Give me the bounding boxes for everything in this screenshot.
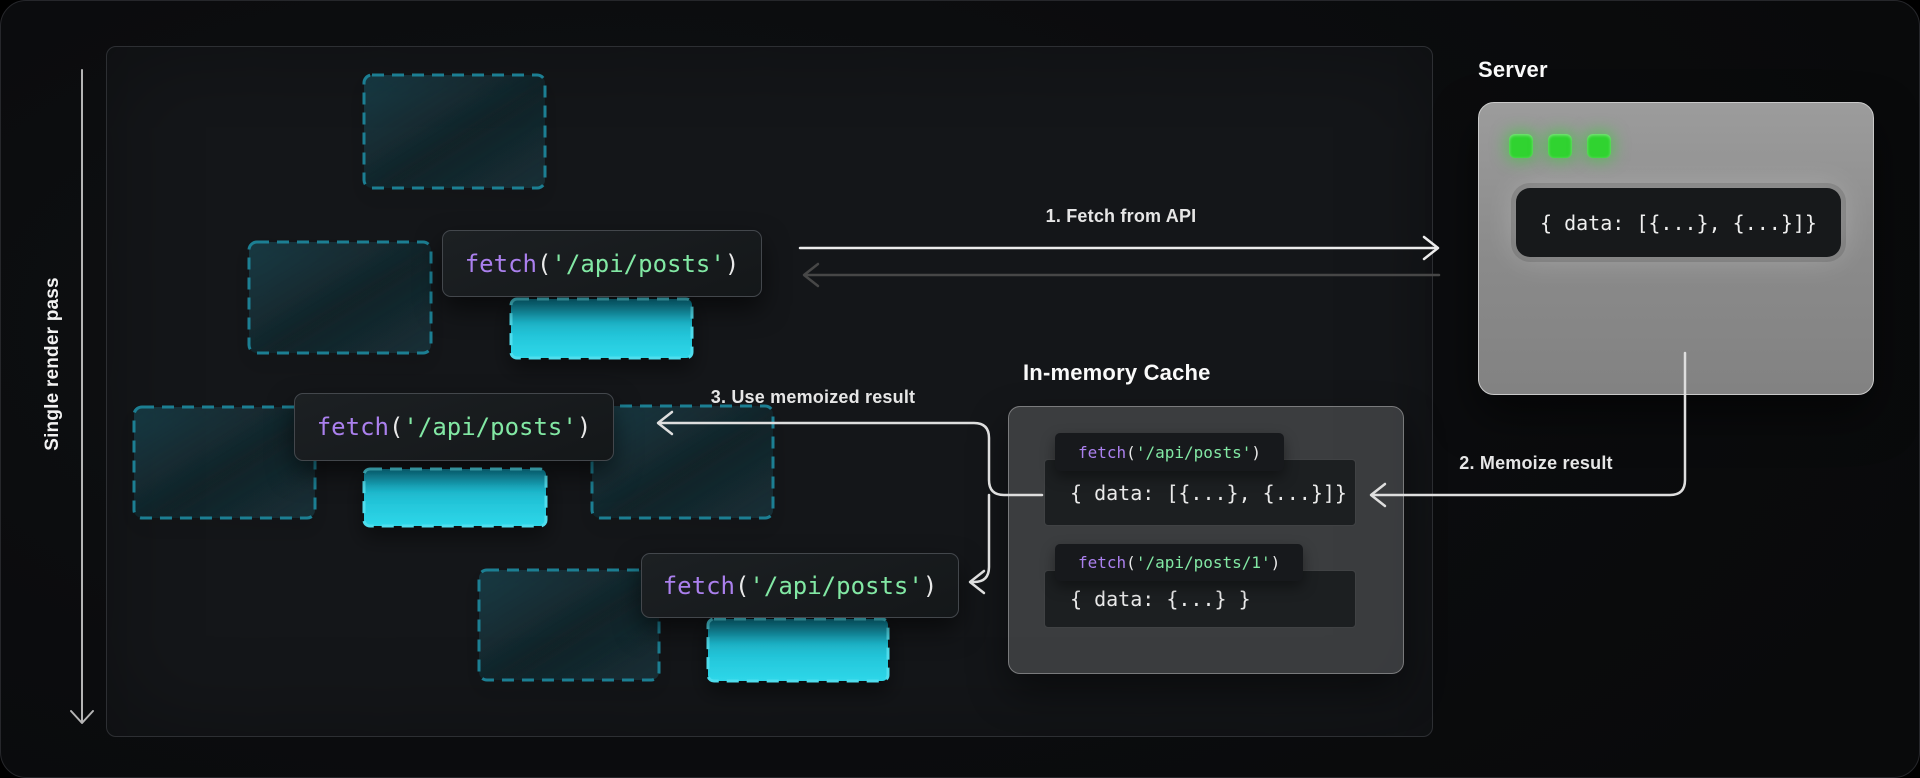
code-string: '/api/posts' [1136, 443, 1252, 462]
code-paren: ) [923, 572, 937, 600]
cache-title: In-memory Cache [1023, 360, 1211, 386]
server-led-icon [1509, 134, 1533, 158]
code-paren: ( [537, 250, 551, 278]
cache-entry-key-1: fetch('/api/posts') [1055, 433, 1284, 471]
code-paren: ) [1251, 443, 1261, 462]
server-title: Server [1478, 57, 1548, 83]
render-pass-arrow [71, 70, 93, 723]
fetch-call-pill-1: fetch('/api/posts') [442, 230, 762, 297]
code-function: fetch [663, 572, 735, 600]
step2-label: 2. Memoize result [1421, 453, 1651, 474]
server-response-pill: { data: [{...}, {...}]} [1516, 188, 1841, 257]
code-string: '/api/posts' [749, 572, 922, 600]
fetch-call-pill-3: fetch('/api/posts') [641, 553, 959, 618]
code-function: fetch [465, 250, 537, 278]
server-led-icon [1548, 134, 1572, 158]
code-string: '/api/posts' [403, 413, 576, 441]
code-paren: ( [1126, 443, 1136, 462]
server-card: { data: [{...}, {...}]} [1478, 102, 1874, 395]
step1-label: 1. Fetch from API [951, 206, 1291, 227]
single-render-pass-label: Single render pass [42, 277, 64, 451]
code-function: fetch [1078, 553, 1126, 572]
request-memoization-diagram: Single render pass fetch('/api/posts') f… [0, 0, 1920, 778]
code-paren: ) [1271, 553, 1281, 572]
code-function: fetch [1078, 443, 1126, 462]
code-string: '/api/posts/1' [1136, 553, 1271, 572]
code-function: fetch [317, 413, 389, 441]
server-led-icon [1587, 134, 1611, 158]
fetch-call-pill-2: fetch('/api/posts') [294, 393, 614, 461]
code-paren: ) [725, 250, 739, 278]
code-paren: ( [389, 413, 403, 441]
server-status-leds [1509, 134, 1611, 158]
code-paren: ( [735, 572, 749, 600]
cache-entry-key-2: fetch('/api/posts/1') [1055, 544, 1303, 581]
code-paren: ) [577, 413, 591, 441]
step3-label: 3. Use memoized result [643, 387, 983, 408]
code-string: '/api/posts' [551, 250, 724, 278]
code-paren: ( [1126, 553, 1136, 572]
